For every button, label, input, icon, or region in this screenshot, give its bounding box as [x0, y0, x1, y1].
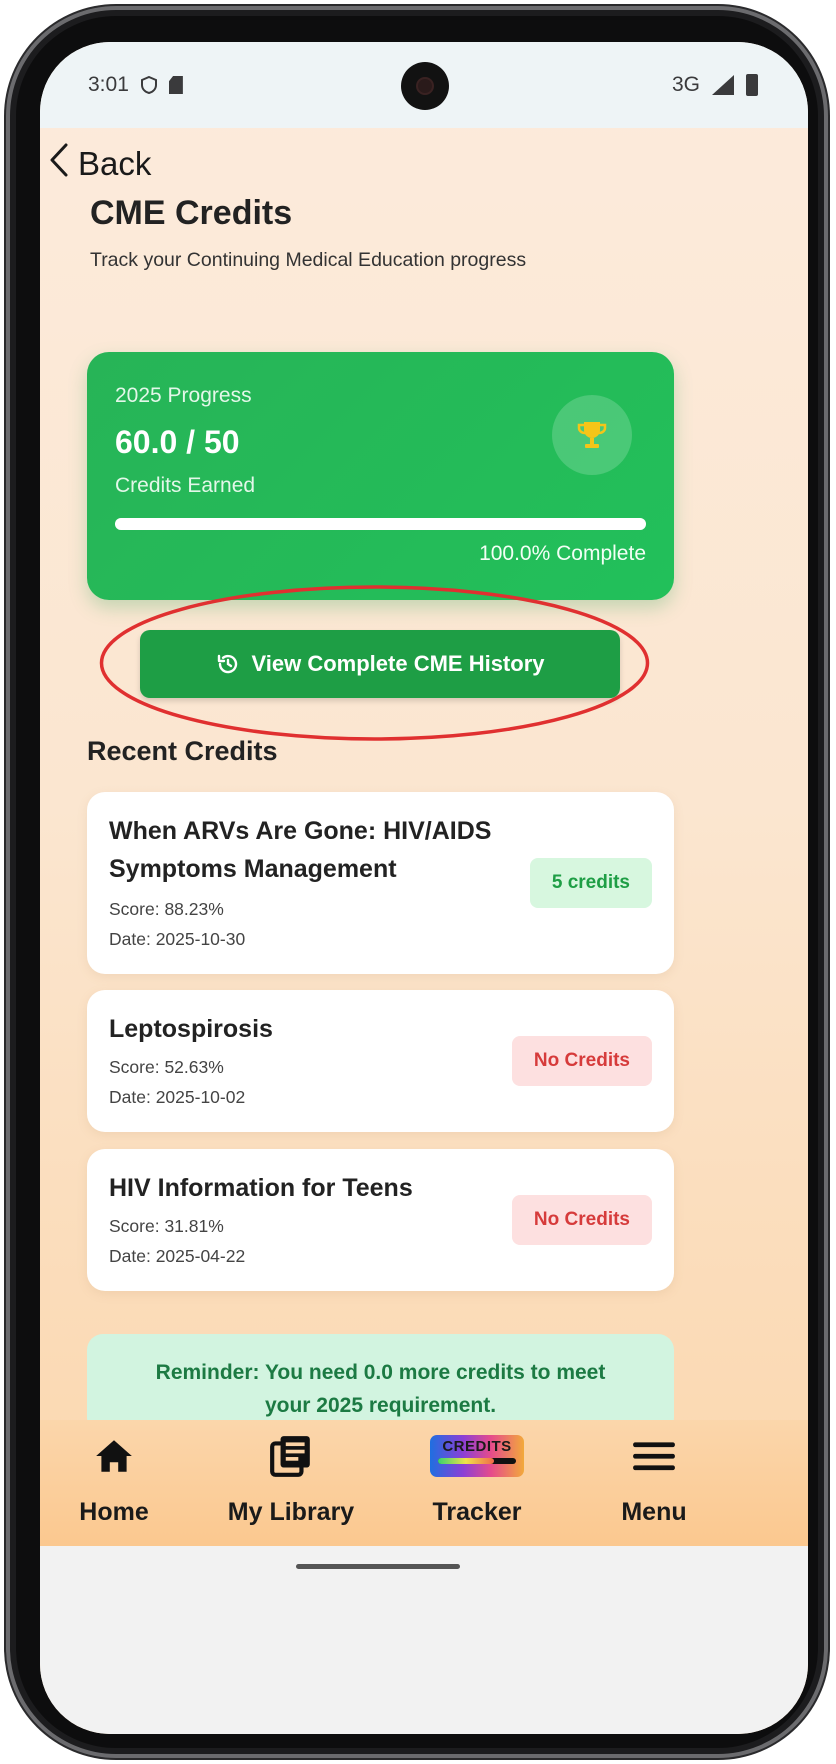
history-icon	[217, 654, 237, 674]
home-gesture-handle[interactable]	[296, 1564, 460, 1569]
trophy-badge	[552, 395, 632, 475]
recent-credits-title: Recent Credits	[87, 736, 278, 766]
nav-tracker[interactable]: CREDITS Tracker	[420, 1420, 534, 1527]
page-subtitle: Track your Continuing Medical Education …	[90, 249, 527, 271]
status-right: 3G	[672, 73, 758, 97]
credits-badge: No Credits	[511, 1036, 652, 1086]
sd-card-icon	[168, 76, 183, 94]
history-button-label: View Complete CME History	[251, 651, 545, 676]
back-label: Back	[78, 145, 152, 182]
nav-menu[interactable]: Menu	[604, 1420, 704, 1527]
nav-home[interactable]: Home	[62, 1420, 166, 1527]
credits-tracker-icon: CREDITS	[430, 1420, 524, 1492]
status-left: 3:01	[88, 73, 183, 97]
view-cme-history-button[interactable]: View Complete CME History	[140, 630, 620, 698]
nav-my-library[interactable]: My Library	[216, 1420, 366, 1527]
reminder-line: Reminder: You need 0.0 more credits to m…	[155, 1361, 606, 1384]
front-camera	[401, 62, 449, 110]
reminder-line: your 2025 requirement.	[264, 1394, 497, 1417]
back-button[interactable]: Back	[48, 134, 151, 194]
credit-score: Score: 31.81%	[109, 1216, 224, 1236]
home-icon	[93, 1420, 135, 1492]
gesture-navigation-area	[40, 1546, 808, 1734]
signal-icon	[712, 75, 734, 95]
credit-date: Date: 2025-10-30	[109, 929, 246, 949]
network-type: 3G	[671, 73, 700, 96]
credit-title-line: When ARVs Are Gone: HIV/AIDS	[109, 817, 492, 845]
battery-icon	[746, 74, 758, 96]
chevron-left-icon	[48, 142, 70, 186]
credit-title-line: Symptoms Management	[109, 855, 397, 883]
status-time: 3:01	[88, 73, 129, 96]
credit-item[interactable]: HIV Information for Teens Score: 31.81% …	[87, 1149, 674, 1291]
progress-caption: Credits Earned	[115, 474, 256, 497]
credit-date: Date: 2025-10-02	[109, 1087, 246, 1107]
credit-date: Date: 2025-04-22	[109, 1246, 246, 1266]
progress-year-label: 2025 Progress	[115, 384, 252, 407]
nav-label: Tracker	[432, 1498, 522, 1526]
credit-meta: Score: 52.63% Date: 2025-10-02	[109, 1052, 245, 1112]
bottom-navigation: Home My Library CREDITS Tracker Menu	[40, 1420, 808, 1546]
credit-meta: Score: 88.23% Date: 2025-10-30	[109, 894, 245, 954]
credit-score: Score: 88.23%	[109, 899, 224, 919]
nav-label: Menu	[621, 1498, 687, 1526]
menu-icon	[631, 1420, 677, 1492]
library-icon	[268, 1420, 314, 1492]
credit-title: When ARVs Are Gone: HIV/AIDS Symptoms Ma…	[109, 812, 491, 888]
app-screen: 3:01 3G Back CME Credits Track your Cont…	[40, 42, 808, 1734]
trophy-icon	[577, 422, 607, 448]
credits-badge: 5 credits	[529, 858, 652, 908]
progress-value: 60.0 / 50	[115, 424, 240, 460]
progress-bar	[115, 518, 646, 530]
credits-tracker-icon-box: CREDITS	[430, 1435, 524, 1477]
credit-item[interactable]: Leptospirosis Score: 52.63% Date: 2025-1…	[87, 990, 674, 1132]
page-title: CME Credits	[90, 194, 293, 232]
progress-bar-fill	[115, 518, 646, 530]
shield-icon	[140, 75, 157, 95]
nav-label: My Library	[227, 1498, 355, 1526]
credit-score: Score: 52.63%	[109, 1057, 224, 1077]
credit-title: Leptospirosis	[109, 1015, 273, 1043]
credits-badge: No Credits	[511, 1195, 652, 1245]
progress-card: 2025 Progress 60.0 / 50 Credits Earned 1…	[87, 352, 674, 600]
credit-title: HIV Information for Teens	[109, 1174, 413, 1202]
credits-icon-text: CREDITS	[442, 1438, 512, 1455]
nav-label: Home	[79, 1498, 149, 1526]
credits-icon-bar	[438, 1458, 516, 1464]
progress-percent-label: 100.0% Complete	[479, 542, 646, 565]
reminder-banner: Reminder: You need 0.0 more credits to m…	[87, 1334, 674, 1434]
credit-meta: Score: 31.81% Date: 2025-04-22	[109, 1211, 245, 1271]
credit-item[interactable]: When ARVs Are Gone: HIV/AIDS Symptoms Ma…	[87, 792, 674, 974]
